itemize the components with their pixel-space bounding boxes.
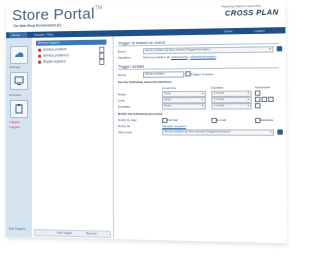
nav-button-home[interactable] [10, 45, 29, 65]
alarm-text-select[interactable]: Service problem @ New network (TriggerIn… [162, 129, 274, 136]
interfaces-title: Set the following external interfaces [117, 79, 172, 85]
alarm-text-label: Alarm text [117, 130, 133, 135]
column-header-service: At service [162, 85, 177, 91]
event-select[interactable]: Service problem @ New network (TriggerIn… [142, 46, 274, 55]
notify-escalate-label: Escalate [260, 117, 274, 123]
monitor-icon [14, 76, 24, 85]
company-logo: CROSS PLAN [224, 9, 279, 18]
screenshot-stage: Store PortalTM The Web Shop Environment … [0, 0, 288, 258]
notify-recipient-link[interactable]: Sample recipient [162, 124, 186, 128]
list-footer: Add Trigger Remove [33, 229, 111, 238]
column-header-addresses: Addresses [254, 85, 271, 90]
nav-item-users[interactable]: Users [224, 29, 233, 33]
interface-address-checkbox[interactable] [254, 96, 261, 103]
bullet-icon [38, 60, 42, 64]
bullet-icon [38, 54, 42, 58]
interface-address-checkbox[interactable] [268, 96, 274, 103]
clipboard-icon [15, 103, 23, 114]
alarm-text-browse-button[interactable] [277, 129, 283, 135]
notify-normal-label: Normal [167, 117, 178, 123]
left-label-structure: Structure [9, 92, 22, 98]
left-link-triggers-2[interactable]: Triggers [9, 125, 20, 129]
left-footer: Edit Triggers [8, 226, 26, 231]
nav-button-settings[interactable] [10, 71, 29, 91]
trigger-active-label: Trigger is active [190, 72, 214, 77]
interface-address-checkbox[interactable] [254, 103, 261, 109]
add-trigger-button[interactable]: Add Trigger [57, 231, 72, 236]
document-icon [99, 58, 105, 66]
interface-row-label: Limit [117, 98, 125, 103]
name-input[interactable]: Service problem [142, 71, 185, 78]
brand-title: Store PortalTM [12, 5, 102, 24]
left-link-triggers[interactable]: Triggers [9, 120, 20, 124]
left-label-settings: Settings [9, 64, 20, 70]
interface-row-label: Notify [117, 92, 126, 97]
notify-as-label: Notify as [117, 124, 131, 129]
variables-text: Service problem @ refinements / refinedI… [143, 54, 216, 59]
list-item-label: Service problem [43, 47, 67, 52]
name-label: Name [117, 72, 127, 78]
list-item-label: Repair required [43, 59, 66, 64]
interface-row-label: Escalate [117, 104, 130, 109]
interface-duration-select[interactable]: 1 minute [211, 103, 252, 110]
nav-item-home[interactable]: Home [12, 33, 20, 37]
nav-button-structure[interactable] [9, 99, 29, 118]
trademark: TM [94, 5, 103, 12]
trigger-list-panel: Defined triggers Service problem Service… [31, 36, 115, 240]
notify-by-label: Notify by way [117, 117, 137, 123]
brand-initial: S [12, 7, 23, 25]
trigger-form: Trigger is based on event Event Service … [113, 33, 288, 244]
notify-title: Notify the following person(s) [117, 111, 163, 116]
interface-service-select[interactable]: None [162, 103, 206, 110]
list-item[interactable]: Repair required [36, 58, 106, 66]
variables-label: Variables [117, 55, 131, 60]
left-navigation: Settings Structure Triggers Triggers Edi… [5, 37, 34, 238]
nav-item-logout[interactable]: Logout [254, 29, 264, 33]
list-item-label: Service problem 2 [43, 53, 70, 58]
brand-rest: tore Portal [22, 5, 95, 25]
variables-link-2[interactable]: refinedInformation [190, 54, 216, 58]
notify-email-label: E-mail [216, 117, 227, 123]
remove-trigger-button[interactable]: Remove [86, 231, 97, 236]
event-label: Event [117, 49, 126, 54]
interface-address-checkbox[interactable] [254, 90, 261, 96]
column-header-duration: Duration [211, 85, 224, 90]
bullet-icon [38, 48, 42, 52]
variables-prefix: Service problem @ [142, 54, 171, 60]
variables-link-1[interactable]: refinements [171, 55, 188, 59]
nav-item-kanban[interactable]: Kanban / Rule [34, 32, 53, 36]
interface-address-checkbox[interactable] [261, 96, 268, 103]
event-browse-button[interactable] [276, 46, 283, 52]
cloud-icon [15, 52, 24, 58]
store-portal-window: Store PortalTM The Web Shop Environment … [5, 0, 288, 244]
